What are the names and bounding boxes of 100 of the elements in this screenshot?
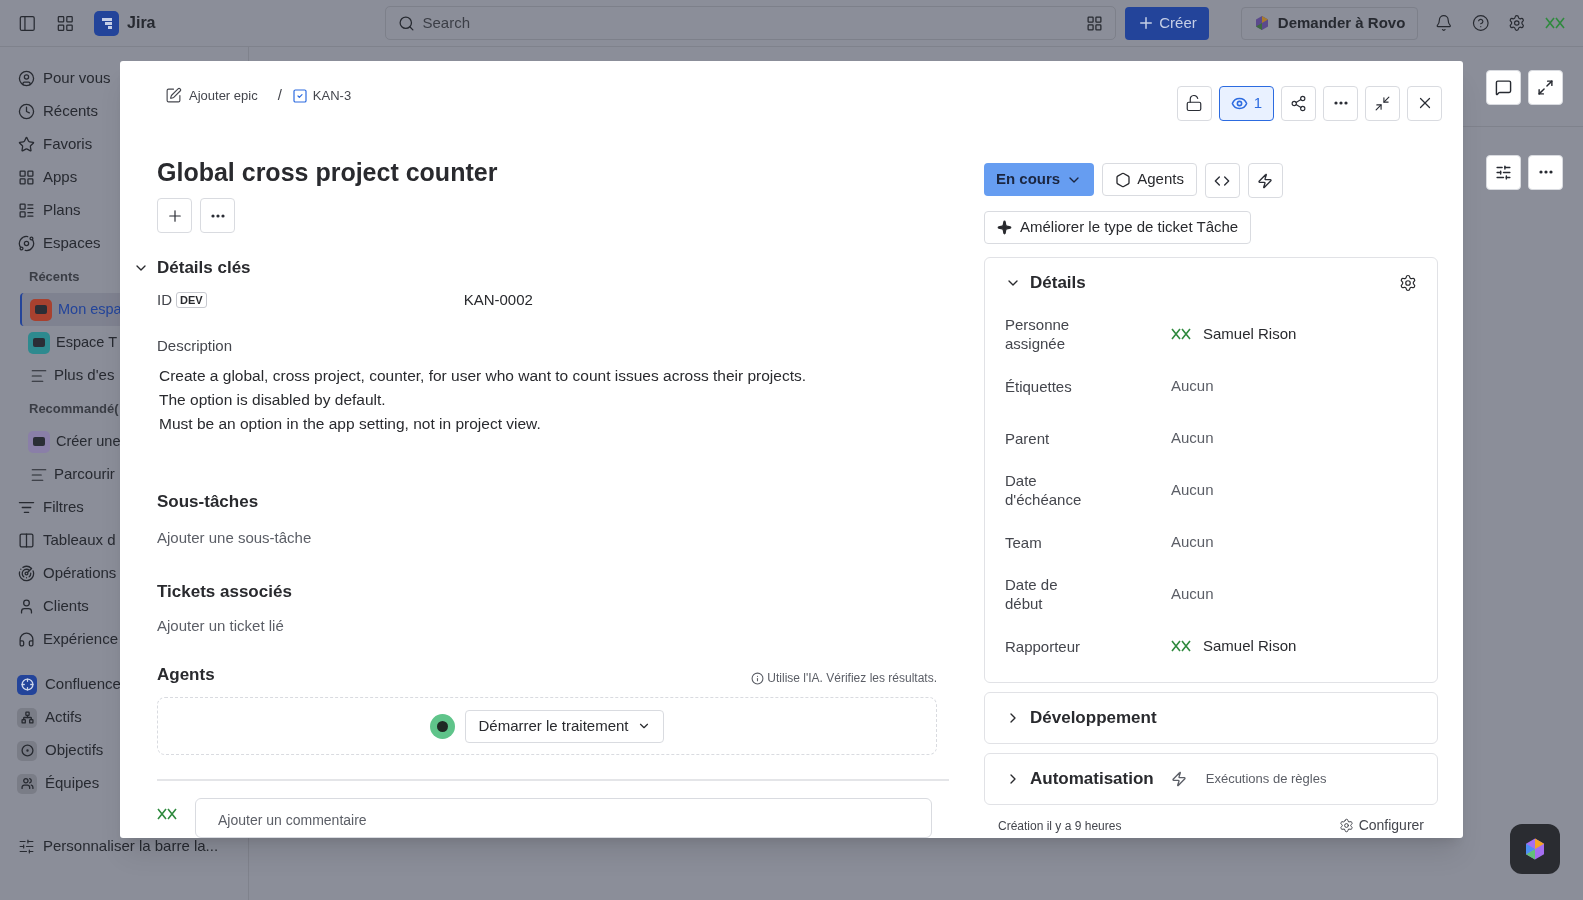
expand-button[interactable] <box>1528 70 1563 105</box>
list-icon <box>18 202 35 219</box>
rovo-chat-button[interactable] <box>1510 824 1560 874</box>
sliders-icon <box>1495 163 1512 181</box>
dev-badge: DEV <box>176 292 207 308</box>
section-heading: Récents <box>29 267 80 286</box>
user-name[interactable]: Samuel Rison <box>1203 634 1297 658</box>
headphones-icon <box>18 631 35 648</box>
sidebar-item[interactable]: Clients <box>18 595 89 618</box>
gear-icon <box>1338 818 1354 833</box>
rovo-button[interactable]: Demander à Rovo <box>1240 6 1419 40</box>
panel-heading[interactable]: Détails <box>1030 270 1390 296</box>
description-text: Create a global, cross project, counter, for user who want to count issues across their projects. <box>159 365 807 386</box>
comment-icon <box>1495 79 1512 96</box>
automation-button[interactable] <box>1247 163 1283 198</box>
checkbox-icon <box>291 87 308 104</box>
share-button[interactable] <box>1281 85 1316 121</box>
space-icon <box>28 331 50 354</box>
code-button[interactable] <box>1204 163 1240 198</box>
share-icon <box>1290 94 1307 112</box>
add-linked-ticket-link[interactable]: Ajouter un ticket lié <box>157 615 956 638</box>
start-processing-button[interactable]: Démarrer le traitement <box>465 709 664 743</box>
field-label: Parent <box>1005 428 1051 448</box>
add-button[interactable] <box>157 198 192 234</box>
sidebar-item[interactable]: Récents <box>18 100 99 123</box>
profile-avatar-icon <box>1545 17 1565 29</box>
app-switcher-icon[interactable] <box>55 13 75 33</box>
sidebar-item[interactable]: Parcourir <box>30 463 115 486</box>
space-item[interactable]: Créer une <box>28 430 121 453</box>
space-icon <box>28 430 50 453</box>
field-value[interactable]: Aucun <box>1171 478 1214 502</box>
lock-button[interactable] <box>1176 85 1212 121</box>
settings-icon[interactable] <box>1399 274 1417 292</box>
issue-key-link[interactable]: KAN-3 <box>291 85 352 106</box>
created-time: Création il y a 9 heures <box>998 817 1122 835</box>
create-button[interactable]: Créer <box>1125 6 1209 40</box>
section-label: Description <box>157 336 234 357</box>
agents-button[interactable]: Agents <box>1102 163 1197 196</box>
configure-button[interactable]: Configurer <box>1338 815 1424 836</box>
collapsible-section[interactable]: Automatisation Exécutions de règles <box>984 753 1438 805</box>
expand-icon <box>1537 79 1554 96</box>
field-label: ID <box>157 289 172 310</box>
minimize-icon <box>1374 94 1391 112</box>
collapsible-section[interactable]: Développement <box>984 692 1438 744</box>
sidebar-item[interactable]: Opérations <box>18 562 117 585</box>
section-heading[interactable]: Automatisation <box>1030 766 1154 792</box>
jira-logo-icon[interactable] <box>94 10 120 36</box>
search-field[interactable]: Search <box>384 6 1117 40</box>
sliders-icon <box>18 838 35 855</box>
app-item[interactable]: Actifs <box>17 706 82 729</box>
sidebar-item[interactable]: Apps <box>18 166 78 189</box>
field-value[interactable]: Aucun <box>1171 426 1214 450</box>
space-item[interactable]: Espace T <box>28 331 117 354</box>
app-item[interactable]: Confluence <box>17 673 121 696</box>
sidebar-item[interactable]: Pour vous <box>18 67 111 90</box>
more-icon <box>1538 170 1553 174</box>
user-name[interactable]: Samuel Rison <box>1203 322 1297 346</box>
filter-settings-button[interactable] <box>1486 154 1521 190</box>
comment-field[interactable]: Ajouter un commentaire <box>195 798 932 838</box>
id-value: KAN-0002 <box>463 289 533 310</box>
notifications-icon[interactable] <box>1435 14 1453 32</box>
app-name: Jira <box>127 13 156 33</box>
field-label: Étiquettes <box>1005 376 1073 396</box>
sparkle-icon <box>997 220 1012 235</box>
sidebar-toggle-icon[interactable] <box>18 13 37 33</box>
sidebar-item[interactable]: Filtres <box>18 496 84 519</box>
help-icon[interactable] <box>1471 14 1490 32</box>
status-button[interactable]: En cours <box>984 163 1095 196</box>
sidebar-item[interactable]: Plans <box>18 199 81 222</box>
section-heading: Agents <box>157 663 215 686</box>
minimize-button[interactable] <box>1365 85 1400 121</box>
improve-ticket-button[interactable]: Améliorer le type de ticket Tâche <box>984 211 1252 244</box>
sidebar-item[interactable]: Plus d'es <box>30 364 115 387</box>
issue-title[interactable]: Global cross project counter <box>157 155 956 190</box>
more-button[interactable] <box>1528 154 1563 190</box>
sidebar-item[interactable]: Favoris <box>18 133 93 156</box>
customize-sidebar-item[interactable]: Personnaliser la barre la... <box>18 835 219 858</box>
field-value[interactable]: Aucun <box>1171 582 1214 606</box>
section-heading: Sous-tâches <box>157 490 260 513</box>
watchers-button[interactable]: 1 <box>1218 85 1274 121</box>
sidebar-item[interactable]: Espaces <box>18 232 101 255</box>
filter-icon <box>18 499 35 516</box>
field-value[interactable]: Aucun <box>1171 530 1214 554</box>
field-value[interactable]: Aucun <box>1171 374 1214 398</box>
target-icon <box>17 740 37 761</box>
info-icon <box>751 671 765 685</box>
app-item[interactable]: Équipes <box>17 772 100 795</box>
sidebar-item[interactable]: Expérience <box>18 628 119 651</box>
sidebar-item[interactable]: Tableaux d <box>18 529 116 552</box>
field-label: Team <box>1005 532 1043 552</box>
section-heading[interactable]: Développement <box>1030 705 1157 731</box>
nodes-icon <box>17 707 37 728</box>
section-heading[interactable]: Détails clés <box>157 255 251 281</box>
board-icon <box>18 532 35 549</box>
app-item[interactable]: Objectifs <box>17 739 104 762</box>
lightning-icon <box>1257 172 1274 189</box>
comment-button[interactable] <box>1486 70 1521 105</box>
add-epic-link[interactable]: Ajouter epic <box>165 85 258 106</box>
add-subtask-link[interactable]: Ajouter une sous-tâche <box>157 527 956 550</box>
edit-icon <box>165 87 182 105</box>
